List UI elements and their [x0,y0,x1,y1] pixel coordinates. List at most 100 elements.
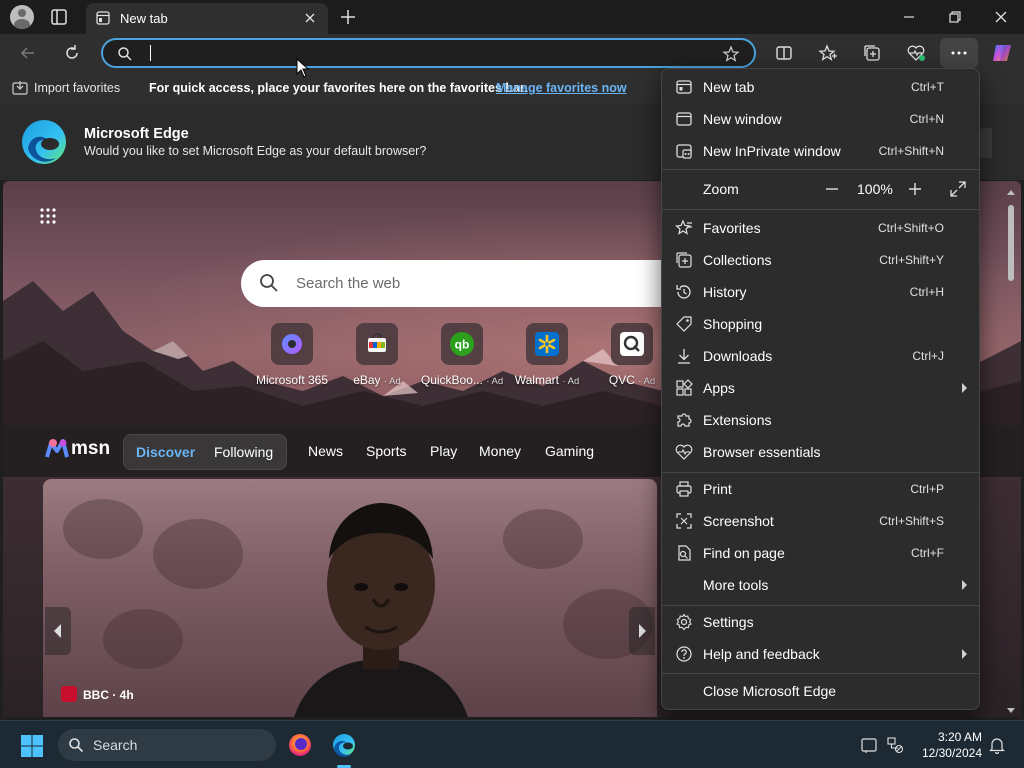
web-search-box[interactable]: Search the web [241,260,711,307]
menu-item-label: Close Microsoft Edge [703,683,837,699]
apps-launcher-icon[interactable] [39,207,57,225]
taskbar-search-box[interactable]: Search [58,729,276,761]
gear-icon [676,613,692,631]
shopping-tag-icon [676,316,692,332]
menu-item-collections[interactable]: Collections Ctrl+Shift+Y [662,244,979,276]
taskbar-search-label: Search [93,737,138,753]
zoom-out-minus-icon[interactable] [822,179,842,199]
quick-link-ebay[interactable]: eBay · Ad [335,323,419,387]
scrollbar-thumb[interactable] [1008,205,1014,281]
copilot-icon[interactable] [990,41,1014,65]
carousel-previous-button[interactable] [45,607,71,655]
tab-actions-icon[interactable] [50,8,68,26]
menu-item-more-tools[interactable]: More tools [662,569,979,601]
profile-avatar[interactable] [10,5,34,29]
tab-new-tab[interactable]: New tab [86,3,328,34]
text-cursor [150,45,151,61]
menu-item-label: Shopping [703,316,763,332]
split-screen-icon[interactable] [774,43,794,63]
quick-link-microsoft-365[interactable]: Microsoft 365 [250,323,334,387]
tab-gaming[interactable]: Gaming [545,443,594,459]
tab-discover[interactable]: Discover [136,444,195,460]
menu-item-find-on-page[interactable]: Find on page Ctrl+F [662,537,979,569]
background-pattern [153,519,243,589]
tab-money[interactable]: Money [479,443,521,459]
menu-item-help-and-feedback[interactable]: Help and feedback [662,638,979,670]
menu-item-shopping[interactable]: Shopping [662,308,979,340]
browser-essentials-icon[interactable] [906,43,926,63]
menu-item-settings[interactable]: Settings [662,606,979,638]
menu-item-new-window[interactable]: New window Ctrl+N [662,103,979,135]
back-arrow-icon[interactable] [18,43,38,63]
collections-icon[interactable] [862,43,882,63]
close-window-icon[interactable] [991,7,1011,27]
quick-link-walmart[interactable]: Walmart · Ad [505,323,589,387]
windows-taskbar: Search 3:20 AM 12/30/2024 [0,720,1024,768]
menu-item-extensions[interactable]: Extensions [662,404,979,436]
menu-item-new-inprivate-window[interactable]: New InPrivate window Ctrl+Shift+N [662,135,979,167]
tab-sports[interactable]: Sports [366,443,406,459]
background-pattern [103,609,183,669]
add-favorite-star-icon[interactable] [722,45,740,63]
menu-item-print[interactable]: Print Ctrl+P [662,473,979,505]
chevron-left-icon [54,624,61,638]
full-screen-icon[interactable] [948,179,968,199]
chevron-right-icon [639,624,646,638]
menu-item-label: History [703,284,747,300]
settings-and-more-button[interactable] [940,38,978,68]
menu-item-apps[interactable]: Apps [662,372,979,404]
refresh-icon[interactable] [62,43,82,63]
new-tab-plus-icon[interactable] [338,7,358,27]
menu-item-label: Apps [703,380,735,396]
restore-icon[interactable] [945,7,965,27]
menu-item-new-tab[interactable]: New tab Ctrl+T [662,71,979,103]
quick-link-label: Walmart [514,373,559,387]
minimize-icon[interactable] [899,7,919,27]
tab-following[interactable]: Following [214,444,273,460]
banner-title: Microsoft Edge [84,126,189,142]
tab-title: New tab [120,11,168,26]
manage-favorites-link[interactable]: Manage favorites now [496,81,627,95]
news-card[interactable]: BBC · 4h [43,479,657,717]
menu-item-screenshot[interactable]: Screenshot Ctrl+Shift+S [662,505,979,537]
notification-bell-icon[interactable] [988,736,1006,754]
network-status-icon[interactable] [886,736,904,754]
menu-item-label: Settings [703,614,754,630]
tab-play[interactable]: Play [430,443,457,459]
menu-item-close-microsoft-edge[interactable]: Close Microsoft Edge [662,675,979,707]
ad-label: · Ad [638,376,656,387]
menu-item-favorites[interactable]: Favorites Ctrl+Shift+O [662,212,979,244]
tab-news[interactable]: News [308,443,343,459]
zoom-in-plus-icon[interactable] [905,179,925,199]
carousel-next-button[interactable] [629,607,655,655]
search-icon [260,274,278,292]
close-tab-icon[interactable] [302,10,318,26]
extensions-puzzle-icon [677,413,692,427]
settings-and-more-menu: New tab Ctrl+T New window Ctrl+N New InP… [661,68,980,710]
import-favorites-button[interactable]: Import favorites [34,81,120,95]
menu-item-browser-essentials[interactable]: Browser essentials [662,436,979,468]
system-clock[interactable]: 3:20 AM 12/30/2024 [918,729,982,761]
menu-item-label: Downloads [703,348,773,364]
menu-item-label: New tab [703,79,755,95]
menu-shortcut: Ctrl+P [910,482,944,496]
firefox-icon[interactable] [284,729,316,761]
svg-text:qb: qb [455,338,470,352]
menu-item-downloads[interactable]: Downloads Ctrl+J [662,340,979,372]
import-favorites-icon[interactable] [12,80,28,96]
bbc-logo [61,686,77,702]
address-bar[interactable] [101,38,756,68]
banner-message: Would you like to set Microsoft Edge as … [84,144,427,158]
menu-shortcut: Ctrl+Shift+S [879,514,944,528]
favorites-icon[interactable] [818,43,838,63]
set-default-button[interactable] [980,128,992,158]
edge-taskbar-icon[interactable] [328,729,360,761]
quick-link-quickbooks[interactable]: qb QuickBoo... · Ad [420,323,504,387]
windows-start-icon[interactable] [20,734,44,758]
tab-strip: New tab [0,0,1024,34]
navigation-toolbar [0,34,1024,72]
copilot-notification-icon[interactable] [860,736,878,754]
menu-item-history[interactable]: History Ctrl+H [662,276,979,308]
menu-shortcut: Ctrl+Shift+Y [879,253,944,267]
menu-shortcut: Ctrl+T [911,80,944,94]
